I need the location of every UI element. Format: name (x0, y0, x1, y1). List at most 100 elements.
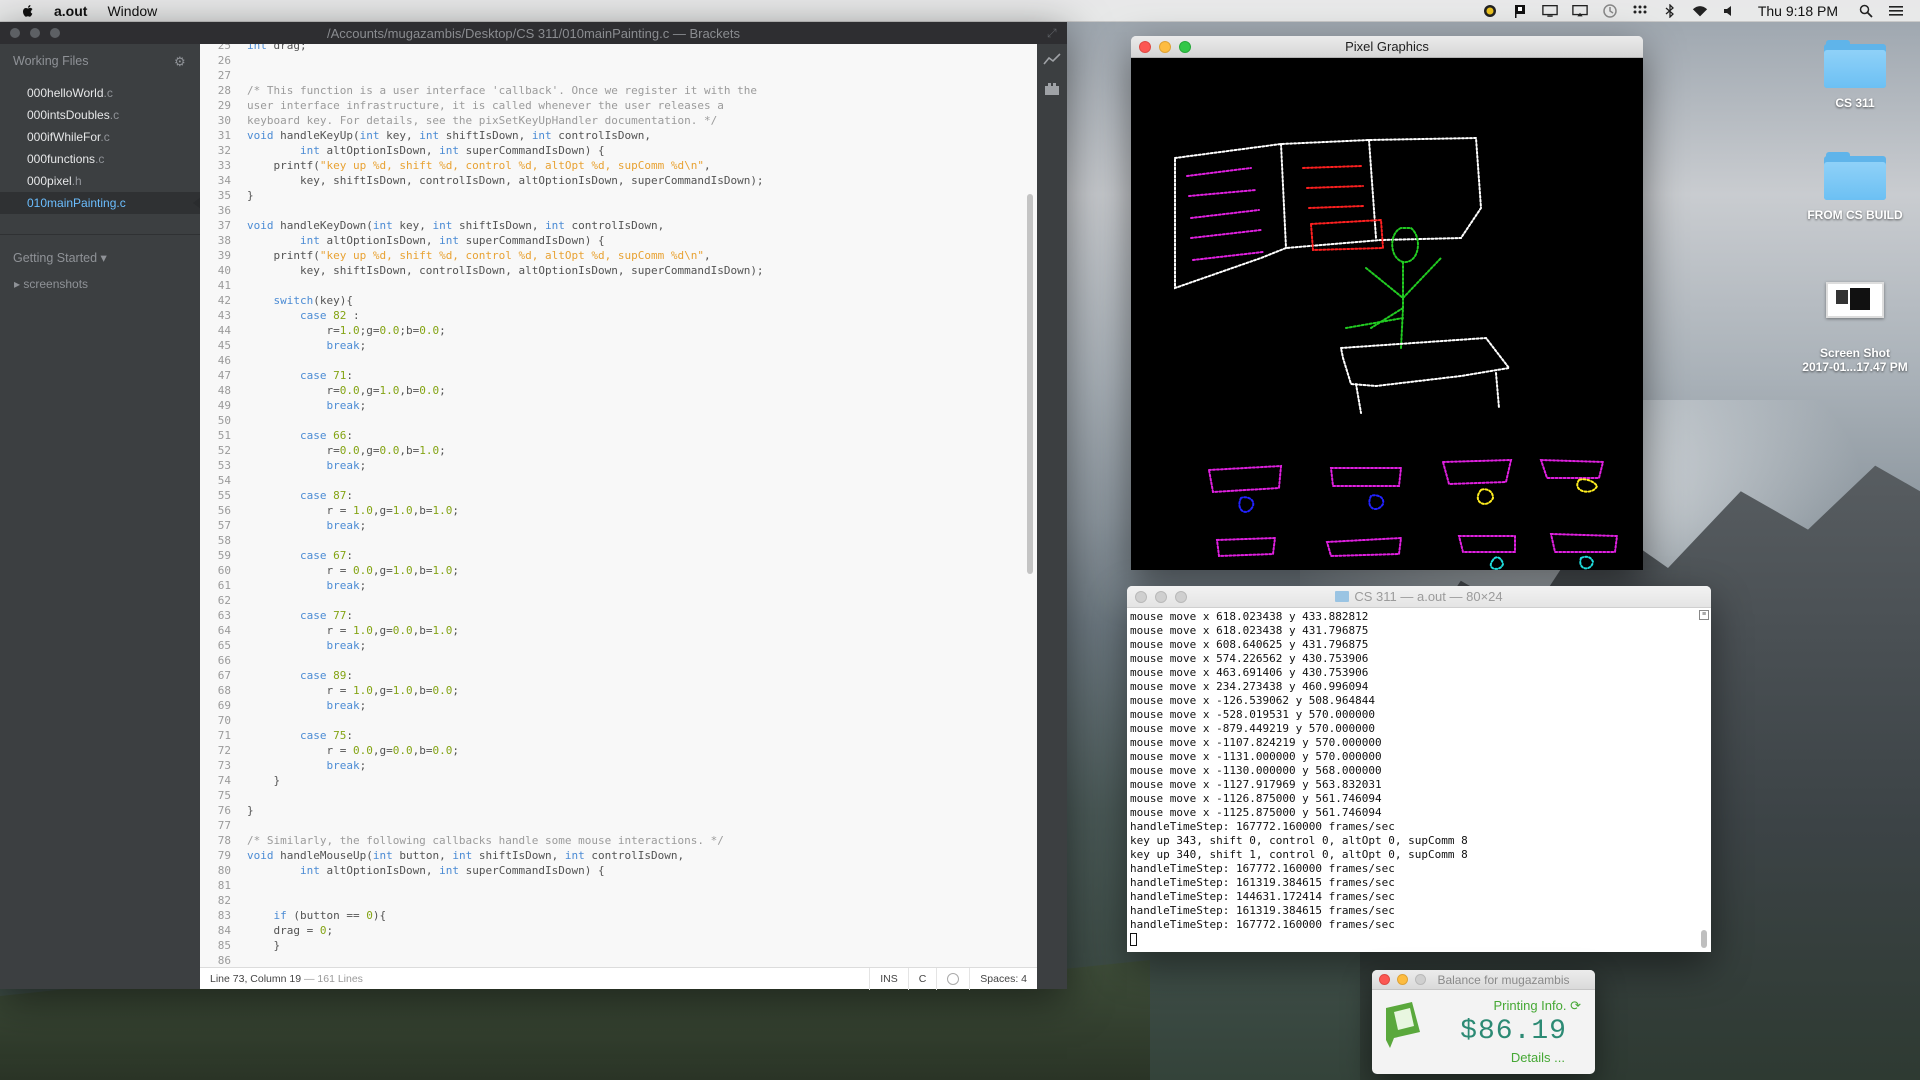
code-line[interactable]: 83 if (button == 0){ (200, 908, 1035, 923)
desktop-folder-from-cs-build[interactable]: FROM CS BUILD (1790, 152, 1920, 222)
balance-titlebar[interactable]: Balance for mugazambis (1372, 970, 1595, 990)
terminal-titlebar[interactable]: CS 311 — a.out — 80×24 (1127, 586, 1711, 608)
code-line[interactable]: 48 r=0.0,g=1.0,b=0.0; (200, 383, 1035, 398)
code-line[interactable]: 52 r=0.0,g=0.0,b=1.0; (200, 443, 1035, 458)
code-line[interactable]: 79 void handleMouseUp(int button, int shi… (200, 848, 1035, 863)
code-line[interactable]: 31 void handleKeyUp(int key, int shiftIsD… (200, 128, 1035, 143)
project-dropdown[interactable]: Getting Started ▾ (0, 243, 200, 273)
screen-mirror-icon[interactable] (1572, 4, 1588, 18)
brackets-titlebar[interactable]: /Accounts/mugazambis/Desktop/CS 311/010m… (0, 22, 1067, 44)
code-line[interactable]: 40 key, shiftIsDown, controlIsDown, altO… (200, 263, 1035, 278)
code-line[interactable]: 36 (200, 203, 1035, 218)
minimize-button[interactable] (1159, 41, 1171, 53)
live-preview-icon[interactable] (1037, 44, 1067, 74)
code-editor[interactable]: 25 int drag; 26 27 28 /* This function is a u… (200, 44, 1037, 967)
terminal-output[interactable]: mouse move x 618.023438 y 433.882812 mous… (1130, 610, 1696, 946)
code-line[interactable]: 33 printf("key up %d, shift %d, control … (200, 158, 1035, 173)
fullscreen-icon[interactable]: ⤢ (1047, 26, 1061, 40)
code-line[interactable]: 76} (200, 803, 1035, 818)
code-line[interactable]: 55 case 87: (200, 488, 1035, 503)
dots-grid-icon[interactable] (1632, 4, 1648, 18)
zoom-button[interactable] (1415, 974, 1426, 985)
pixel-graphics-titlebar[interactable]: Pixel Graphics (1131, 36, 1643, 58)
minimize-button[interactable] (1155, 591, 1167, 603)
terminal-scrollbar[interactable]: ≡ (1699, 610, 1709, 950)
code-line[interactable]: 41 (200, 278, 1035, 293)
code-line[interactable]: 66 (200, 653, 1035, 668)
file-item[interactable]: 000functions.c (0, 148, 200, 170)
code-line[interactable]: 71 case 75: (200, 728, 1035, 743)
zoom-button[interactable] (1175, 591, 1187, 603)
code-line[interactable]: 54 (200, 473, 1035, 488)
zoom-button[interactable] (50, 28, 60, 38)
file-item[interactable]: 000intsDoubles.c (0, 104, 200, 126)
wifi-icon[interactable] (1692, 4, 1708, 18)
scroll-menu-icon[interactable]: ≡ (1699, 610, 1709, 620)
code-line[interactable]: 74 } (200, 773, 1035, 788)
code-line[interactable]: 78 /* Similarly, the following callbacks … (200, 833, 1035, 848)
code-line[interactable]: 61 break; (200, 578, 1035, 593)
code-line[interactable]: 30 keyboard key. For details, see the pix… (200, 113, 1035, 128)
code-line[interactable]: 58 (200, 533, 1035, 548)
menu-window[interactable]: Window (107, 3, 157, 19)
code-line[interactable]: 65 break; (200, 638, 1035, 653)
code-line[interactable]: 62 (200, 593, 1035, 608)
code-line[interactable]: 45 break; (200, 338, 1035, 353)
code-line[interactable]: 34 key, shiftIsDown, controlIsDown, altO… (200, 173, 1035, 188)
indent-setting[interactable]: Spaces: 4 (969, 967, 1037, 990)
code-line[interactable]: 46 (200, 353, 1035, 368)
volume-icon[interactable] (1722, 4, 1738, 18)
editor-scrollbar[interactable] (1027, 194, 1033, 574)
code-line[interactable]: 25 int drag; (200, 44, 1035, 53)
file-item[interactable]: 000pixel.h (0, 170, 200, 192)
insert-mode-toggle[interactable]: INS (869, 967, 908, 990)
close-button[interactable] (1135, 591, 1147, 603)
file-item[interactable]: 000helloWorld.c (0, 82, 200, 104)
desktop-folder-cs311[interactable]: CS 311 (1790, 40, 1920, 110)
project-folder-screenshots[interactable]: ▸ screenshots (0, 273, 200, 295)
refresh-icon[interactable]: ⟳ (1570, 998, 1581, 1013)
code-line[interactable]: 47 case 71: (200, 368, 1035, 383)
code-line[interactable]: 43 case 82 : (200, 308, 1035, 323)
code-line[interactable]: 68 r = 1.0,g=1.0,b=0.0; (200, 683, 1035, 698)
zoom-button[interactable] (1179, 41, 1191, 53)
code-line[interactable]: 39 printf("key up %d, shift %d, control … (200, 248, 1035, 263)
code-line[interactable]: 29 user interface infrastructure, it is c… (200, 98, 1035, 113)
time-machine-icon[interactable] (1602, 4, 1618, 18)
code-line[interactable]: 51 case 66: (200, 428, 1035, 443)
close-button[interactable] (10, 28, 20, 38)
lint-status[interactable] (936, 967, 969, 990)
menu-app-name[interactable]: a.out (54, 3, 87, 19)
code-line[interactable]: 75 (200, 788, 1035, 803)
code-line[interactable]: 73 break; (200, 758, 1035, 773)
apple-menu-icon[interactable] (20, 3, 36, 19)
code-line[interactable]: 63 case 77: (200, 608, 1035, 623)
code-line[interactable]: 80 int altOptionIsDown, int superCommand… (200, 863, 1035, 878)
language-selector[interactable]: C (907, 967, 937, 990)
code-line[interactable]: 53 break; (200, 458, 1035, 473)
code-line[interactable]: 49 break; (200, 398, 1035, 413)
code-line[interactable]: 64 r = 1.0,g=0.0,b=1.0; (200, 623, 1035, 638)
display-icon[interactable] (1542, 4, 1558, 18)
notification-center-icon[interactable] (1888, 4, 1904, 18)
papercut-icon[interactable] (1482, 4, 1498, 18)
file-item-active[interactable]: 010mainPainting.c (0, 192, 201, 214)
code-line[interactable]: 38 int altOptionIsDown, int superCommand… (200, 233, 1035, 248)
code-line[interactable]: 26 (200, 53, 1035, 68)
menubar-clock[interactable]: Thu 9:18 PM (1758, 3, 1838, 19)
gear-icon[interactable]: ⚙ (174, 54, 188, 69)
close-button[interactable] (1139, 41, 1151, 53)
code-line[interactable]: 67 case 89: (200, 668, 1035, 683)
code-line[interactable]: 56 r = 1.0,g=1.0,b=1.0; (200, 503, 1035, 518)
printing-info-link[interactable]: Printing Info. ⟳ (1493, 998, 1581, 1014)
code-line[interactable]: 32 int altOptionIsDown, int superCommand… (200, 143, 1035, 158)
scrollbar-thumb[interactable] (1701, 930, 1707, 948)
spotlight-search-icon[interactable] (1858, 4, 1874, 18)
flag-icon[interactable] (1512, 4, 1528, 18)
desktop-screenshot-file[interactable]: Screen Shot 2017-01...17.47 PM (1790, 268, 1920, 388)
code-line[interactable]: 59 case 67: (200, 548, 1035, 563)
code-line[interactable]: 28 /* This function is a user interface '… (200, 83, 1035, 98)
code-line[interactable]: 50 (200, 413, 1035, 428)
code-line[interactable]: 57 break; (200, 518, 1035, 533)
code-line[interactable]: 84 drag = 0; (200, 923, 1035, 938)
